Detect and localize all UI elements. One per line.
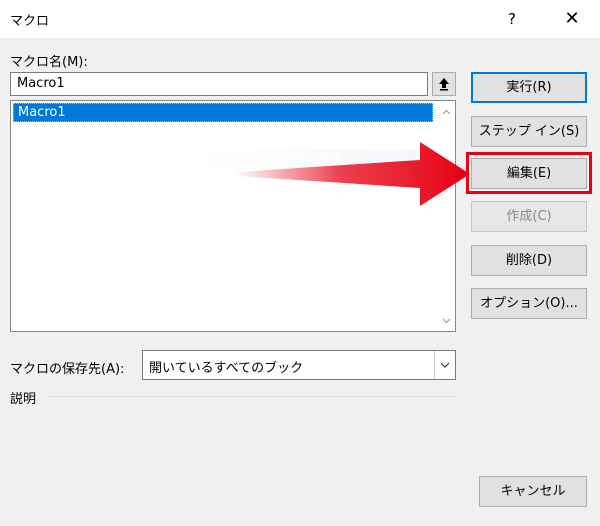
edit-highlight-box — [466, 152, 592, 194]
red-arrow-icon — [236, 142, 470, 206]
